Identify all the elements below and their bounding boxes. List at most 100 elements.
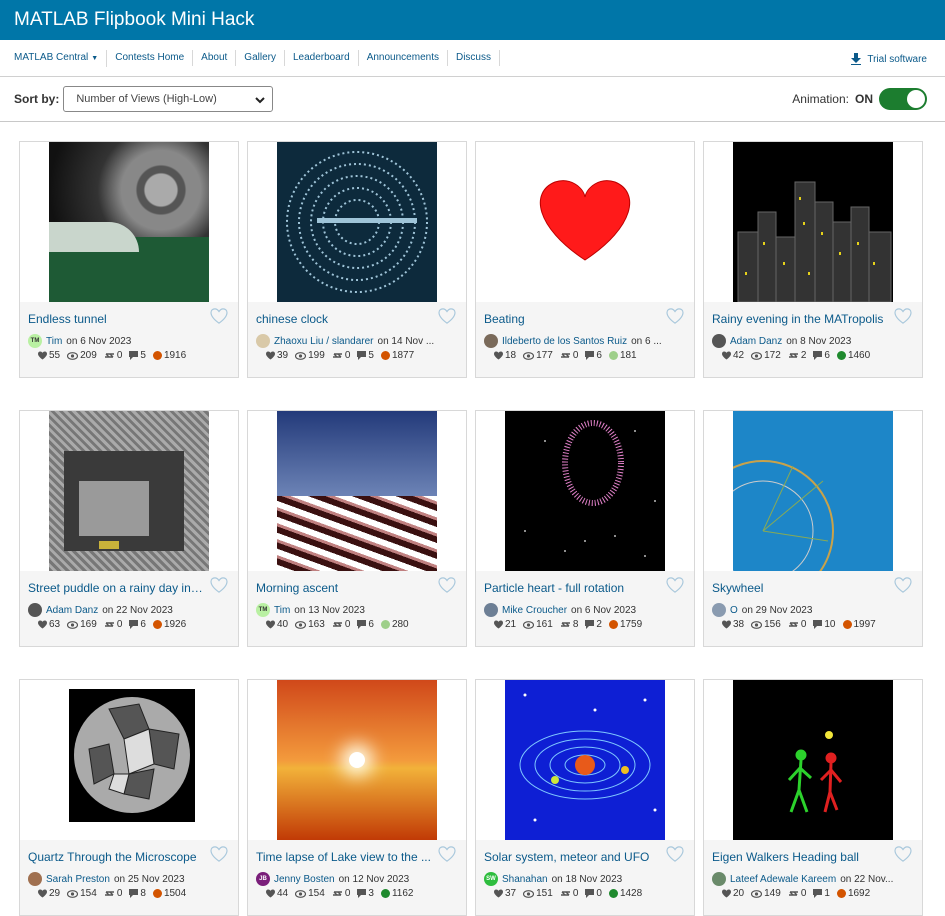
entry-title[interactable]: Skywheel	[712, 581, 887, 595]
author-name[interactable]: Ildeberto de los Santos Ruiz	[502, 336, 627, 347]
entry-title[interactable]: Rainy evening in the MATropolis	[712, 312, 887, 326]
toggle-knob	[907, 90, 925, 108]
entry-card[interactable]: Morning ascent TM Tim on 13 Nov 2023 40 163 0…	[247, 410, 467, 647]
eye-icon	[295, 620, 307, 629]
comment-icon	[585, 351, 595, 360]
sort-select[interactable]: Number of Views (High-Low)	[63, 86, 274, 112]
comments-stat: 5	[129, 350, 146, 361]
nav-about[interactable]: About	[193, 50, 237, 66]
like-heart-icon	[266, 351, 275, 360]
author-name[interactable]: Shanahan	[502, 874, 548, 885]
author-name[interactable]: Mike Croucher	[502, 605, 567, 616]
nav-announcements[interactable]: Announcements	[359, 50, 448, 66]
views-stat: 199	[295, 350, 325, 361]
entry-date: on 6 ...	[631, 335, 662, 347]
favorite-heart-icon[interactable]	[666, 308, 684, 329]
entry-thumbnail[interactable]	[704, 680, 922, 840]
entry-thumbnail[interactable]	[248, 680, 466, 840]
author-name[interactable]: Lateef Adewale Kareem	[730, 874, 836, 885]
favorite-heart-icon[interactable]	[894, 577, 912, 598]
entry-date: on 12 Nov 2023	[338, 873, 410, 885]
author-name[interactable]: O	[730, 605, 738, 616]
entry-thumbnail[interactable]	[248, 142, 466, 302]
entry-card[interactable]: Eigen Walkers Heading ball Lateef Adewale…	[703, 679, 923, 916]
entry-thumbnail[interactable]	[248, 411, 466, 571]
author-name[interactable]: Jenny Bosten	[274, 874, 335, 885]
entry-stats: 38 156 0 10 1997	[722, 619, 880, 630]
entry-stats: 39 199 0 5 1877	[266, 350, 418, 361]
favorite-heart-icon[interactable]	[210, 846, 228, 867]
top-nav: MATLAB Central ▼ Contests Home About Gall…	[0, 40, 945, 77]
comments-stat: 3	[357, 888, 374, 899]
entry-thumbnail[interactable]	[20, 680, 238, 840]
favorite-heart-icon[interactable]	[666, 577, 684, 598]
avatar: TM	[256, 603, 270, 617]
score-stat: 1504	[152, 888, 186, 899]
entry-author: O on 29 Nov 2023	[712, 603, 912, 617]
entry-title[interactable]: chinese clock	[256, 312, 431, 326]
entry-thumbnail[interactable]	[476, 680, 694, 840]
favorite-heart-icon[interactable]	[438, 308, 456, 329]
entry-thumbnail[interactable]	[20, 142, 238, 302]
favorite-heart-icon[interactable]	[894, 308, 912, 329]
favorite-heart-icon[interactable]	[894, 846, 912, 867]
nav-matlab-central[interactable]: MATLAB Central ▼	[14, 49, 108, 67]
entry-card[interactable]: Endless tunnel TM Tim on 6 Nov 2023 55 209 0 5…	[19, 141, 239, 378]
entry-card[interactable]: Time lapse of Lake view to the ... JB Jenn…	[247, 679, 467, 916]
entry-date: on 14 Nov ...	[377, 335, 435, 347]
author-name[interactable]: Adam Danz	[730, 336, 782, 347]
remixes-stat: 0	[332, 619, 350, 630]
entry-card[interactable]: Street puddle on a rainy day in t... Adam…	[19, 410, 239, 647]
likes-stat: 40	[266, 619, 288, 630]
favorite-heart-icon[interactable]	[210, 577, 228, 598]
nav-discuss[interactable]: Discuss	[448, 50, 500, 66]
entry-card[interactable]: Quartz Through the Microscope Sarah Prest…	[19, 679, 239, 916]
entry-thumbnail[interactable]	[704, 411, 922, 571]
favorite-heart-icon[interactable]	[210, 308, 228, 329]
entry-title[interactable]: Eigen Walkers Heading ball	[712, 850, 887, 864]
entry-card[interactable]: Skywheel O on 29 Nov 2023 38 156 0 10 1997	[703, 410, 923, 647]
author-name[interactable]: Zhaoxu Liu / slandarer	[274, 336, 374, 347]
likes-stat: 29	[38, 888, 60, 899]
score-dot-icon	[836, 351, 846, 360]
score-stat: 1162	[380, 888, 413, 899]
entry-thumbnail[interactable]	[20, 411, 238, 571]
comment-icon	[129, 889, 139, 898]
nav-leaderboard[interactable]: Leaderboard	[285, 50, 359, 66]
entry-title[interactable]: Beating	[484, 312, 659, 326]
entry-card[interactable]: Rainy evening in the MATropolis Adam Danz…	[703, 141, 923, 378]
views-stat: 161	[523, 619, 553, 630]
likes-stat: 44	[266, 888, 288, 899]
entry-title[interactable]: Street puddle on a rainy day in t...	[28, 581, 203, 595]
entry-title[interactable]: Particle heart - full rotation	[484, 581, 659, 595]
favorite-heart-icon[interactable]	[666, 846, 684, 867]
entry-thumbnail[interactable]	[704, 142, 922, 302]
entry-thumbnail[interactable]	[476, 142, 694, 302]
trial-software-link[interactable]: Trial software	[851, 53, 927, 65]
entry-title[interactable]: Quartz Through the Microscope	[28, 850, 203, 864]
score-dot-icon	[836, 889, 846, 898]
views-stat: 154	[295, 888, 325, 899]
nav-contests-home[interactable]: Contests Home	[107, 50, 194, 66]
favorite-heart-icon[interactable]	[438, 846, 456, 867]
entry-title[interactable]: Time lapse of Lake view to the ...	[256, 850, 431, 864]
author-name[interactable]: Tim	[46, 336, 62, 347]
entry-card[interactable]: Beating Ildeberto de los Santos Ruiz on 6…	[475, 141, 695, 378]
author-name[interactable]: Adam Danz	[46, 605, 98, 616]
entry-card[interactable]: Solar system, meteor and UFO SW Shanahan o…	[475, 679, 695, 916]
comments-stat: 1	[813, 888, 830, 899]
favorite-heart-icon[interactable]	[438, 577, 456, 598]
entry-card[interactable]: chinese clock Zhaoxu Liu / slandarer on 1…	[247, 141, 467, 378]
entry-title[interactable]: Morning ascent	[256, 581, 431, 595]
entry-title[interactable]: Solar system, meteor and UFO	[484, 850, 659, 864]
entry-thumbnail[interactable]	[476, 411, 694, 571]
nav-gallery[interactable]: Gallery	[236, 50, 285, 66]
entry-title[interactable]: Endless tunnel	[28, 312, 203, 326]
like-heart-icon	[266, 889, 275, 898]
author-name[interactable]: Sarah Preston	[46, 874, 110, 885]
avatar: TM	[28, 334, 42, 348]
entry-card[interactable]: Particle heart - full rotation Mike Crouc…	[475, 410, 695, 647]
views-stat: 151	[523, 888, 553, 899]
author-name[interactable]: Tim	[274, 605, 290, 616]
animation-toggle[interactable]	[879, 88, 927, 110]
